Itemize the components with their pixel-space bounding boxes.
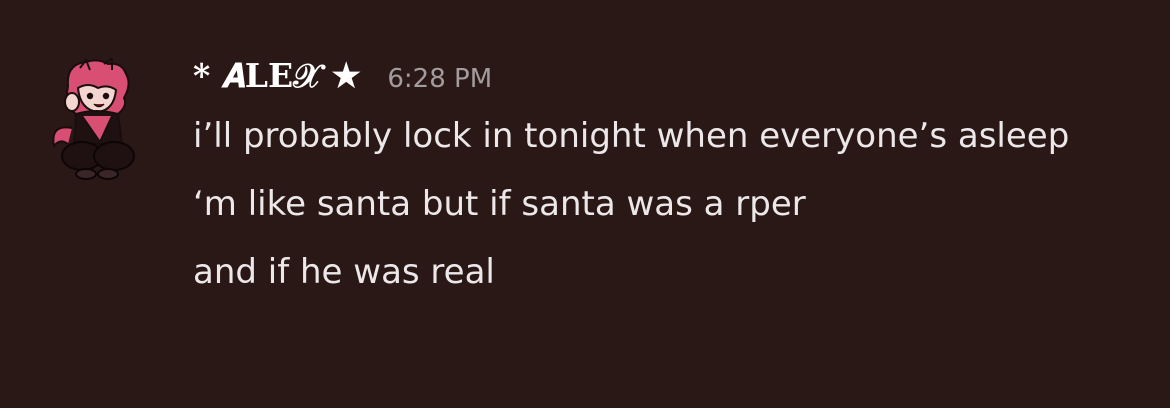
message-header: * 𝑨LE𝒳 ★ 6:28 PM <box>193 56 1153 102</box>
message-timestamp[interactable]: 6:28 PM <box>387 64 492 94</box>
author-username[interactable]: * 𝑨LE𝒳 ★ <box>193 56 359 96</box>
character-avatar-icon <box>52 56 135 180</box>
message-text-line: and if he was real <box>193 252 495 292</box>
message-content: * 𝑨LE𝒳 ★ 6:28 PM i’ll probably lock in t… <box>193 56 1153 302</box>
user-avatar[interactable] <box>46 56 146 182</box>
message-text-line: i’ll probably lock in tonight when every… <box>193 116 1070 156</box>
message-text-line: ‘m like santa but if santa was a rper <box>193 184 806 224</box>
chat-message-group: * 𝑨LE𝒳 ★ 6:28 PM i’ll probably lock in t… <box>0 0 1170 408</box>
